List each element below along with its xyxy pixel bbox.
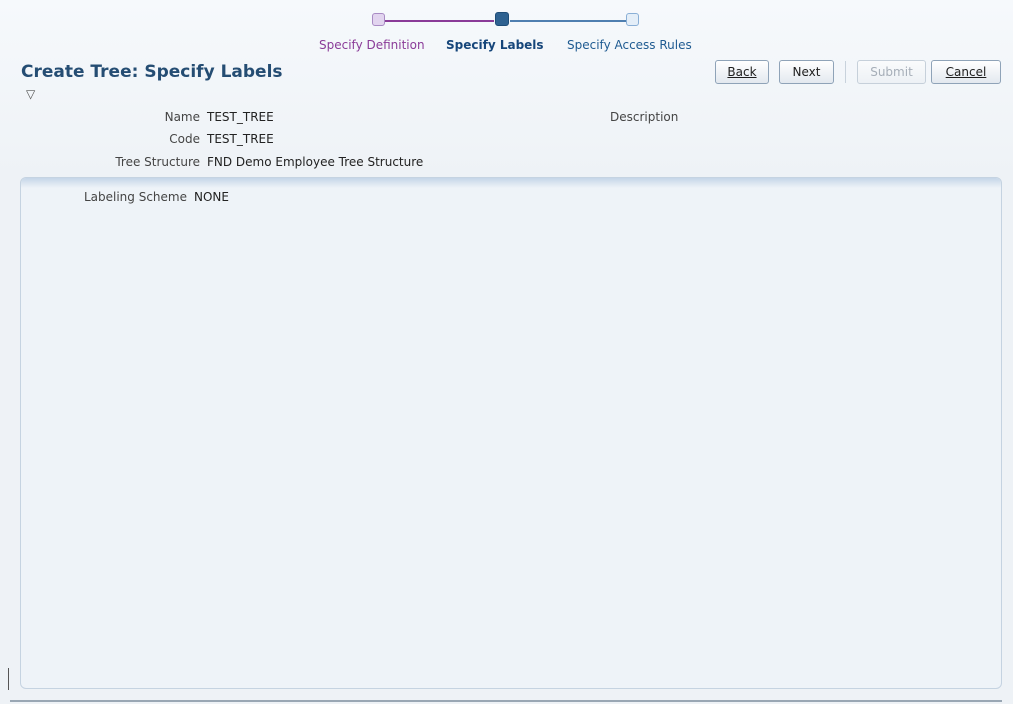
next-button[interactable]: Next [779,60,834,84]
disclosure-triangle-icon[interactable]: ▽ [26,87,35,101]
labels-panel: Labeling Scheme NONE [20,177,1002,689]
process-train: Specify Definition Specify Labels Specif… [0,12,1013,52]
description-label: Description [610,110,679,124]
tree-structure-label: Tree Structure [115,155,200,169]
cancel-button[interactable]: Cancel [931,60,1001,84]
train-connector [380,20,494,22]
code-label: Code [169,132,200,146]
tree-structure-value: FND Demo Employee Tree Structure [207,155,424,169]
train-label-specify-definition[interactable]: Specify Definition [319,38,425,52]
submit-button: Submit [857,60,926,84]
back-button-label: Back [727,65,757,79]
submit-button-label: Submit [870,65,913,79]
train-connector [510,20,626,22]
train-stop-specify-definition[interactable] [372,13,385,26]
train-label-specify-labels: Specify Labels [446,38,544,52]
labeling-scheme-value: NONE [194,190,229,204]
next-button-label: Next [792,65,821,79]
panel-header-gradient [21,178,1001,188]
train-stop-specify-labels [495,12,509,26]
name-label: Name [164,110,200,124]
text-cursor [8,668,9,690]
train-stop-specify-access-rules[interactable] [626,13,639,26]
code-value: TEST_TREE [207,132,274,146]
back-button[interactable]: Back [715,60,769,84]
train-label-specify-access-rules[interactable]: Specify Access Rules [567,38,692,52]
labeling-scheme-label: Labeling Scheme [83,190,187,204]
page-title: Create Tree: Specify Labels [21,62,283,82]
button-separator [845,61,846,83]
name-value: TEST_TREE [207,110,274,124]
cancel-button-label: Cancel [945,65,987,79]
bottom-border [10,700,1002,702]
